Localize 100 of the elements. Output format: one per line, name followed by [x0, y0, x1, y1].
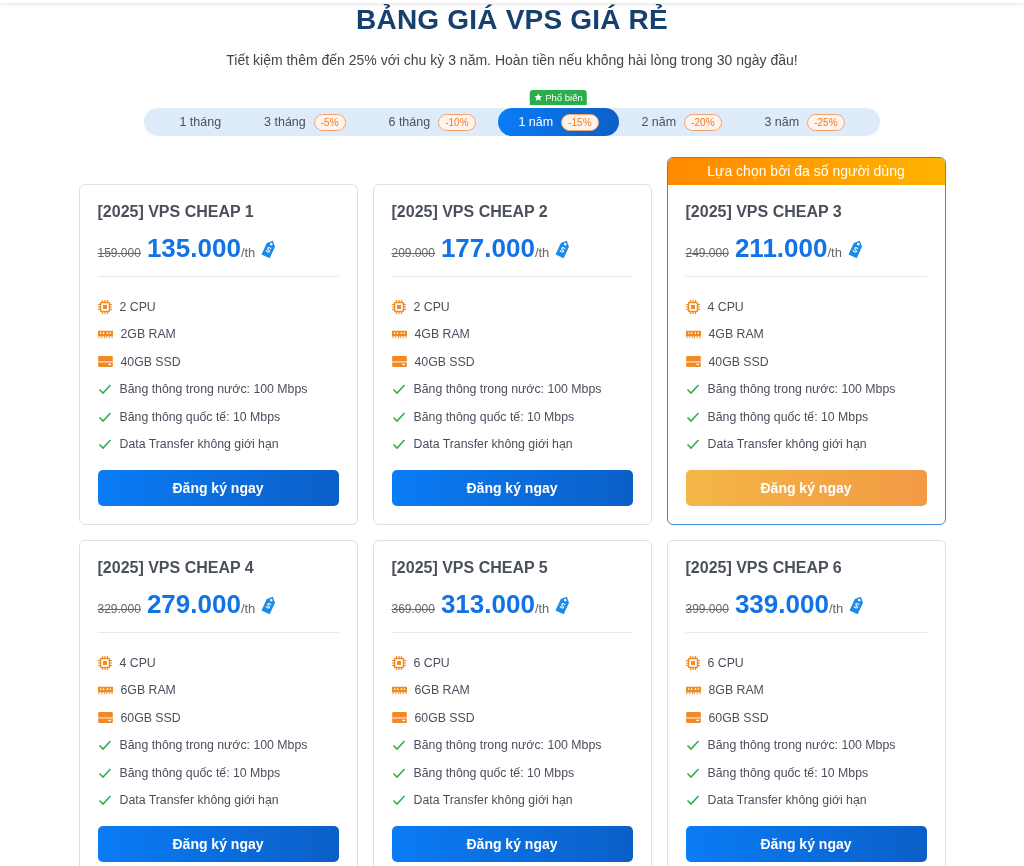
popular-label: Phổ biến [545, 92, 583, 103]
feature-text: 40GB SSD [708, 354, 769, 369]
check-icon [391, 437, 406, 452]
plan-price: 339.000 [734, 589, 829, 620]
feature-text: Băng thông quốc tế: 10 Mbps [707, 409, 869, 424]
plan-name: [2025] VPS CHEAP 3 [685, 203, 843, 221]
check-icon [685, 793, 700, 808]
plan-price: 313.000 [440, 589, 535, 620]
register-button[interactable]: Đăng ký ngay [391, 826, 633, 862]
price-unit: /th [828, 601, 844, 616]
memory-stick-icon [685, 684, 701, 696]
plan-name: [2025] VPS CHEAP 5 [391, 559, 549, 577]
feature-text: Băng thông trong nước: 100 Mbps [413, 382, 602, 397]
plan-price: 211.000 [734, 233, 828, 264]
period-tab[interactable]: 3 năm -25% [744, 108, 865, 136]
tab-label: 1 năm [518, 115, 554, 129]
feature-text: Data Transfer không giới hạn [413, 437, 573, 452]
register-button[interactable]: Đăng ký ngay [97, 826, 339, 862]
price-unit: /th [534, 601, 550, 616]
feature-text: Băng thông quốc tế: 10 Mbps [707, 765, 869, 780]
price-unit: /th [240, 245, 256, 260]
feature-text: 8GB RAM [708, 683, 764, 698]
period-tab[interactable]: 6 tháng -10% [368, 108, 496, 136]
drive-icon [391, 712, 407, 724]
memory-stick-icon [97, 328, 113, 340]
feature-text: Băng thông quốc tế: 10 Mbps [119, 409, 281, 424]
discount-badge: -10% [438, 113, 476, 131]
feature-text: 60GB SSD [120, 710, 181, 725]
plan-name: [2025] VPS CHEAP 6 [685, 559, 843, 577]
check-icon [97, 793, 112, 808]
old-price: 369.000 [391, 602, 435, 616]
feature-text: Băng thông quốc tế: 10 Mbps [119, 765, 281, 780]
feature-text: Băng thông trong nước: 100 Mbps [119, 382, 308, 397]
memory-stick-icon [97, 684, 113, 696]
feature-text: 2 CPU [119, 299, 156, 314]
plan-price: 135.000 [146, 233, 241, 264]
check-icon [685, 738, 700, 753]
feature-text: Data Transfer không giới hạn [707, 437, 867, 452]
memory-stick-icon [391, 684, 407, 696]
feature-text: Băng thông quốc tế: 10 Mbps [413, 409, 575, 424]
check-icon [97, 738, 112, 753]
feature-text: 6 CPU [707, 655, 744, 670]
feature-text: 6GB RAM [414, 683, 470, 698]
tab-label: 1 tháng [179, 115, 222, 129]
plan-name: [2025] VPS CHEAP 4 [97, 559, 255, 577]
period-tab[interactable]: 2 năm -20% [621, 108, 742, 136]
drive-icon [97, 712, 113, 724]
feature-text: 4 CPU [707, 299, 744, 314]
tab-label: 3 năm [764, 115, 800, 129]
feature-text: 60GB SSD [414, 710, 475, 725]
drive-icon [97, 356, 113, 368]
feature-text: Băng thông quốc tế: 10 Mbps [413, 765, 575, 780]
plan-name: [2025] VPS CHEAP 1 [97, 203, 255, 221]
drive-icon [685, 356, 701, 368]
cpu-chip-icon [685, 299, 700, 314]
plan-price: 279.000 [146, 589, 241, 620]
featured-banner: Lựa chọn bởi đa số người dùng [667, 158, 945, 185]
tab-label: 6 tháng [388, 115, 431, 129]
discount-badge: -20% [684, 113, 722, 131]
old-price: 209.000 [391, 246, 435, 260]
register-button[interactable]: Đăng ký ngay [685, 826, 927, 862]
discount-badge: -25% [807, 113, 845, 131]
feature-text: Băng thông trong nước: 100 Mbps [119, 738, 308, 753]
discount-badge: -5% [313, 113, 346, 131]
cpu-chip-icon [391, 655, 406, 670]
feature-text: Data Transfer không giới hạn [119, 793, 279, 808]
tab-label: 2 năm [641, 115, 677, 129]
feature-text: 4GB RAM [708, 327, 764, 342]
feature-text: 40GB SSD [120, 354, 181, 369]
feature-text: Băng thông trong nước: 100 Mbps [707, 382, 896, 397]
check-icon [391, 382, 406, 397]
plan-name: [2025] VPS CHEAP 2 [391, 203, 549, 221]
register-button[interactable]: Đăng ký ngay [391, 470, 633, 506]
check-icon [97, 382, 112, 397]
cpu-chip-icon [97, 299, 112, 314]
old-price: 399.000 [685, 602, 729, 616]
old-price: 329.000 [97, 602, 141, 616]
memory-stick-icon [391, 328, 407, 340]
check-icon [685, 437, 700, 452]
feature-text: Băng thông trong nước: 100 Mbps [413, 738, 602, 753]
register-button[interactable]: Đăng ký ngay [97, 470, 339, 506]
drive-icon [685, 712, 701, 724]
feature-text: Data Transfer không giới hạn [413, 793, 573, 808]
feature-text: 6 CPU [413, 655, 450, 670]
feature-text: 4GB RAM [414, 327, 470, 342]
check-icon [97, 437, 112, 452]
old-price: 249.000 [685, 246, 729, 260]
plan-price: 177.000 [440, 233, 535, 264]
cpu-chip-icon [97, 655, 112, 670]
check-icon [685, 382, 700, 397]
price-unit: /th [827, 245, 842, 260]
tab-label: 3 tháng [264, 115, 306, 129]
feature-text: 2GB RAM [120, 327, 176, 342]
discount-badge: -15% [561, 113, 599, 131]
period-tab[interactable]: 3 tháng -5% [244, 108, 366, 136]
feature-text: 60GB SSD [708, 710, 769, 725]
star-icon [534, 93, 544, 102]
feature-text: Data Transfer không giới hạn [119, 437, 279, 452]
period-tab[interactable]: 1 tháng [159, 108, 242, 136]
old-price: 159.000 [97, 246, 141, 260]
